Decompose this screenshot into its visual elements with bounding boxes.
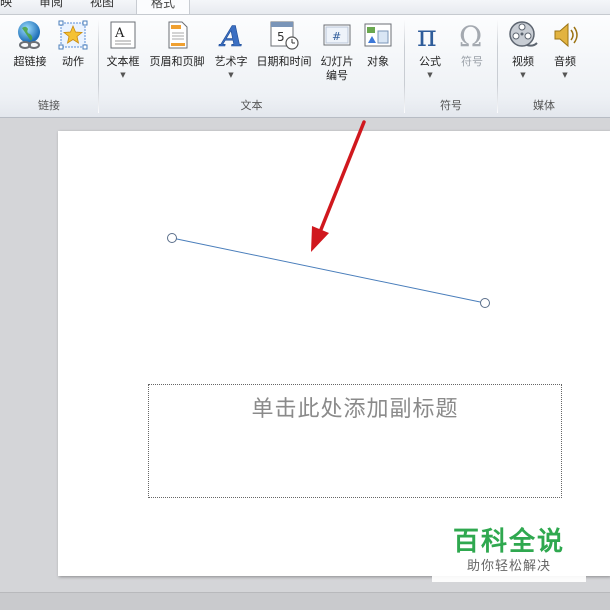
group-media: 视频 ▼ 音频 ▼ 媒体: [498, 15, 590, 117]
wordart-button[interactable]: A 艺术字 ▼: [211, 19, 251, 79]
object-button[interactable]: 对象: [359, 19, 397, 69]
wordart-icon: A: [218, 20, 243, 51]
svg-text:A: A: [114, 26, 125, 41]
group-symbols: π 公式 ▼ Ω 符号 符号: [405, 15, 497, 117]
chevron-down-icon: ▼: [120, 71, 126, 79]
chevron-down-icon: ▼: [427, 71, 433, 79]
omega-icon: Ω: [459, 20, 482, 51]
globe-chain-icon: [18, 21, 40, 49]
symbol-label: 符号: [461, 55, 483, 68]
textbox-icon: A: [110, 21, 136, 49]
watermark-title: 百科全说: [452, 527, 565, 557]
date-time-button[interactable]: 5 日期和时间: [253, 19, 315, 69]
watermark-subtitle: 助你轻松解决: [466, 559, 551, 574]
slide-number-label: 幻灯片: [320, 55, 354, 68]
slide-number-label-line2: 编号: [326, 69, 348, 82]
bottom-status-strip: [0, 592, 610, 610]
header-footer-icon: [168, 21, 188, 49]
header-footer-label: 页眉和页脚: [149, 55, 205, 68]
tab-slideshow[interactable]: 映: [0, 0, 12, 10]
wordart-label: 艺术字: [214, 55, 248, 68]
group-text-label: 文本: [240, 99, 263, 112]
object-label: 对象: [367, 55, 389, 68]
hyperlink-label: 超链接: [13, 55, 47, 68]
pi-icon: π: [417, 19, 437, 51]
symbol-button[interactable]: Ω 符号: [453, 19, 491, 69]
svg-text:5: 5: [277, 30, 285, 44]
svg-text:A: A: [218, 20, 243, 51]
chevron-down-icon: ▼: [520, 71, 526, 79]
group-links: 超链接 动作 链接: [0, 15, 98, 117]
calendar-clock-icon: 5: [270, 21, 299, 50]
equation-button[interactable]: π 公式 ▼: [411, 19, 449, 79]
audio-button[interactable]: 音频 ▼: [546, 19, 584, 79]
group-symbols-label: 符号: [440, 99, 462, 112]
slide-number-icon: #: [323, 24, 351, 46]
star-action-icon: [58, 20, 88, 50]
tab-review[interactable]: 审阅: [39, 0, 63, 10]
subtitle-placeholder[interactable]: 单击此处添加副标题: [148, 384, 562, 498]
svg-text:π: π: [417, 19, 437, 51]
tab-view[interactable]: 视图: [90, 0, 114, 10]
tab-format-label: 格式: [151, 0, 176, 10]
action-button[interactable]: 动作: [56, 19, 90, 69]
date-time-label: 日期和时间: [256, 55, 312, 68]
equation-label: 公式: [419, 55, 441, 68]
chevron-down-icon: ▼: [228, 71, 234, 79]
ribbon-tab-strip: 映 审阅 视图 格式: [0, 0, 610, 14]
film-reel-icon: [509, 21, 538, 47]
slide-number-button[interactable]: # 幻灯片 编号: [317, 19, 357, 83]
chevron-down-icon: ▼: [562, 71, 568, 79]
group-text: A 文本框 ▼ 页眉和页脚 A 艺术字 ▼ 5 日期和时间 # 幻灯片 编号 对…: [99, 15, 404, 117]
hyperlink-button[interactable]: 超链接: [8, 19, 52, 69]
svg-text:Ω: Ω: [459, 20, 482, 51]
group-links-label: 链接: [38, 99, 60, 112]
header-footer-button[interactable]: 页眉和页脚: [145, 19, 209, 69]
textbox-button[interactable]: A 文本框 ▼: [103, 19, 143, 79]
subtitle-placeholder-text: 单击此处添加副标题: [251, 397, 459, 422]
slide-canvas[interactable]: 单击此处添加副标题: [58, 131, 610, 576]
tab-format[interactable]: 格式: [136, 0, 191, 14]
ribbon: 超链接 动作 链接 A 文本框 ▼ 页眉和页脚 A 艺术字 ▼ 5 日期和时间 …: [0, 14, 610, 118]
textbox-label: 文本框: [106, 55, 140, 68]
video-button[interactable]: 视频 ▼: [504, 19, 542, 79]
object-icon: [364, 23, 392, 47]
speaker-icon: [554, 22, 578, 48]
svg-text:#: #: [332, 30, 341, 43]
audio-label: 音频: [554, 55, 576, 68]
action-label: 动作: [62, 55, 84, 68]
video-label: 视频: [512, 55, 534, 68]
group-media-label: 媒体: [533, 99, 555, 112]
watermark-logo: 百科全说 助你轻松解决: [432, 524, 586, 582]
